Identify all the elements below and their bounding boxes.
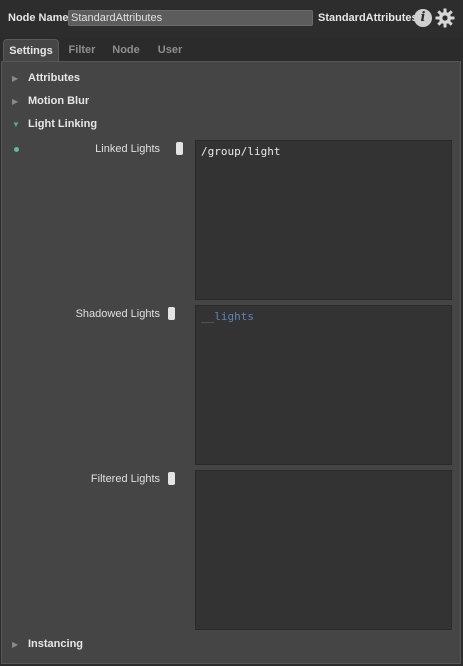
linked-lights-field[interactable]: /group/light — [195, 140, 452, 300]
section-light-linking[interactable]: ▼ Light Linking — [2, 117, 442, 135]
tab-bar: Settings Filter Node User — [0, 37, 463, 61]
filtered-lights-field[interactable] — [195, 470, 452, 630]
section-label: Motion Blur — [28, 95, 90, 107]
tab-user[interactable]: User — [150, 39, 190, 61]
section-instancing[interactable]: ▶ Instancing — [2, 637, 442, 655]
node-name-label: Node Name — [8, 12, 69, 24]
section-label: Attributes — [28, 72, 80, 84]
tab-filter[interactable]: Filter — [62, 39, 102, 61]
collapse-arrow-icon[interactable]: ▼ — [12, 121, 20, 129]
shadowed-lights-label: Shadowed Lights — [75, 308, 160, 320]
filtered-lights-label: Filtered Lights — [90, 473, 160, 485]
section-attributes[interactable]: ▶ Attributes — [2, 71, 442, 89]
expand-arrow-icon[interactable]: ▶ — [12, 98, 20, 106]
section-label: Instancing — [28, 638, 84, 650]
shadowed-lights-toggle[interactable] — [168, 307, 175, 320]
shadowed-lights-field[interactable]: __lights — [195, 305, 452, 465]
gear-icon[interactable] — [434, 7, 456, 29]
section-label: Light Linking — [28, 118, 98, 130]
info-icon[interactable]: i — [414, 9, 432, 27]
node-type-label: StandardAttributes — [318, 12, 418, 24]
expand-arrow-icon[interactable]: ▶ — [12, 641, 20, 649]
node-header: Node Name StandardAttributes i — [0, 0, 463, 37]
linked-lights-value: /group/light — [201, 145, 281, 158]
tab-settings[interactable]: Settings — [3, 39, 59, 61]
shadowed-lights-value: __lights — [201, 310, 254, 323]
tab-node[interactable]: Node — [106, 39, 146, 61]
linked-lights-label: Linked Lights — [95, 143, 160, 155]
settings-panel: ▶ Attributes ▶ Motion Blur ▼ Light Linki… — [1, 61, 461, 664]
filtered-lights-toggle[interactable] — [168, 472, 175, 485]
expand-arrow-icon[interactable]: ▶ — [12, 75, 20, 83]
node-name-input[interactable] — [68, 10, 313, 26]
linked-lights-toggle[interactable] — [176, 142, 183, 155]
section-motion-blur[interactable]: ▶ Motion Blur — [2, 94, 442, 112]
